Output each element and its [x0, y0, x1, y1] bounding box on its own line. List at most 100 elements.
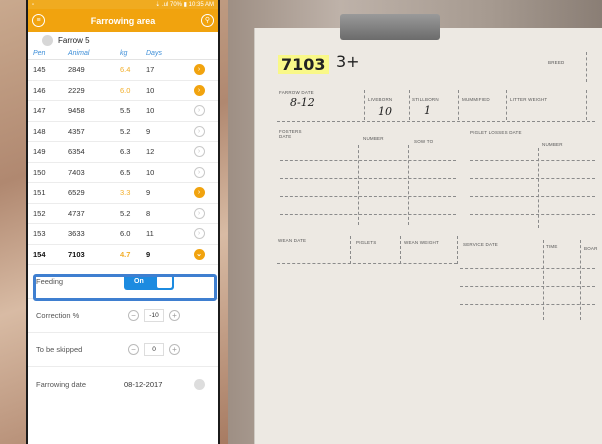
- cell-pen: 151: [33, 188, 46, 198]
- card-rule: [350, 236, 351, 264]
- cell-days: 10: [146, 106, 155, 116]
- cell-animal: 6354: [68, 147, 85, 157]
- table-row[interactable]: 152 4737 5.2 8 ›: [28, 204, 218, 224]
- card-label-number-2: NUMBER: [542, 142, 563, 147]
- correction-value[interactable]: -10: [144, 309, 164, 322]
- correction-label: Correction %: [36, 311, 80, 320]
- card-rule: [580, 240, 581, 320]
- cell-kg: 5.2: [120, 126, 131, 136]
- card-rule: [506, 90, 507, 120]
- cell-animal: 2229: [68, 85, 85, 95]
- chevron-right-circle-icon[interactable]: ›: [193, 207, 205, 219]
- card-label-piglet-losses-date: PIGLET LOSSES DATE: [470, 130, 522, 135]
- feeding-toggle[interactable]: On: [124, 273, 174, 290]
- table-row[interactable]: 146 2229 6.0 10 ›: [28, 81, 218, 101]
- cell-animal: 6529: [68, 188, 85, 198]
- card-rule: [586, 52, 587, 82]
- status-bar-text: ⇣ .ul 70% ▮ 10:35 AM: [155, 2, 214, 8]
- card-rule: [277, 121, 595, 122]
- card-label-sow-to: SOW TO: [414, 139, 434, 144]
- card-label-time: TIME: [546, 244, 558, 249]
- correction-stepper: − -10 +: [128, 309, 180, 322]
- cell-pen: 153: [33, 229, 46, 239]
- table-row-selected[interactable]: 154 7103 4.7 9 ⌄: [28, 245, 218, 265]
- calendar-icon[interactable]: [194, 378, 205, 390]
- correction-setting: Correction % − -10 +: [28, 299, 218, 333]
- table-row[interactable]: 151 6529 3.3 9 ›: [28, 183, 218, 204]
- table-row[interactable]: 148 4357 5.2 9 ›: [28, 122, 218, 142]
- card-rule: [408, 145, 409, 225]
- table-row[interactable]: 150 7403 6.5 10 ›: [28, 163, 218, 183]
- farrow-selector[interactable]: Farrow 5: [28, 32, 218, 48]
- chevron-right-circle-icon[interactable]: ›: [193, 84, 205, 96]
- skipped-stepper: − 0 +: [128, 343, 180, 356]
- card-label-wean-weight: WEAN WEIGHT: [404, 240, 439, 245]
- card-label-fosters-date: FOSTERS DATE: [279, 129, 302, 139]
- cell-kg: 6.4: [120, 65, 131, 75]
- feeding-setting: Feeding On: [28, 265, 218, 299]
- card-rule: [470, 178, 595, 179]
- card-label-liveborn: LIVEBORN: [368, 97, 393, 102]
- chevron-right-circle-icon[interactable]: ›: [193, 187, 205, 199]
- clipboard-clip: [340, 14, 440, 40]
- cell-days: 10: [146, 85, 155, 95]
- card-rule: [364, 90, 365, 120]
- card-label-boar: BOAR: [584, 246, 598, 251]
- table-row[interactable]: 145 2849 6.4 17 ›: [28, 60, 218, 81]
- plus-icon[interactable]: +: [169, 344, 180, 355]
- card-rule: [586, 90, 587, 120]
- minus-icon[interactable]: −: [128, 344, 139, 355]
- cell-pen: 145: [33, 65, 46, 75]
- cell-animal: 2849: [68, 65, 85, 75]
- search-icon[interactable]: ⚲: [201, 14, 214, 27]
- cell-animal: 4357: [68, 126, 85, 136]
- card-label-stillborn: STILLBORN: [412, 97, 439, 102]
- card-rule: [470, 160, 595, 161]
- cell-kg: 5.5: [120, 106, 131, 116]
- card-rule: [470, 214, 595, 215]
- chevron-right-circle-icon[interactable]: ›: [193, 146, 205, 158]
- status-bar-left-icon: ▫: [32, 1, 35, 8]
- card-rule: [277, 263, 457, 264]
- pen-list: 145 2849 6.4 17 › 146 2229 6.0 10 › 147 9458 5.5 10 › 1…: [28, 60, 218, 245]
- cell-days: 8: [146, 208, 151, 218]
- table-row[interactable]: 147 9458 5.5 10 ›: [28, 101, 218, 122]
- chevron-right-circle-icon[interactable]: ›: [193, 228, 205, 240]
- card-rule: [358, 145, 359, 225]
- cell-days: 9: [146, 188, 151, 198]
- card-label-farrow-date: FARROW DATE: [279, 90, 314, 95]
- menu-icon[interactable]: ≡: [32, 14, 45, 27]
- cell-kg: 3.3: [120, 188, 131, 198]
- chevron-right-circle-icon[interactable]: ›: [193, 105, 205, 117]
- farrow-label: Farrow 5: [58, 35, 90, 45]
- farrowing-date-label: Farrowing date: [36, 379, 87, 389]
- skipped-value[interactable]: 0: [144, 343, 164, 356]
- card-rule: [400, 236, 401, 264]
- table-header: Pen Animal kg Days: [28, 48, 218, 60]
- card-rule: [460, 286, 595, 287]
- plus-icon[interactable]: +: [169, 310, 180, 321]
- cell-kg: 4.7: [120, 249, 131, 259]
- chevron-right-circle-icon[interactable]: ›: [193, 64, 205, 76]
- chevron-down-circle-icon[interactable]: ⌄: [193, 248, 205, 260]
- farrowing-date-value[interactable]: 08-12-2017: [124, 380, 194, 389]
- cell-pen: 150: [33, 167, 46, 177]
- chevron-right-circle-icon[interactable]: ›: [193, 125, 205, 137]
- col-pen-header: Pen: [33, 50, 46, 57]
- card-rule: [457, 236, 458, 264]
- chevron-right-circle-icon[interactable]: ›: [193, 166, 205, 178]
- app-title: Farrowing area: [90, 15, 156, 26]
- card-label-number-1: NUMBER: [363, 136, 384, 141]
- cell-days: 12: [146, 147, 155, 157]
- card-rule: [460, 268, 595, 269]
- cell-pen: 152: [33, 208, 46, 218]
- card-rule: [470, 196, 595, 197]
- feeding-toggle-text: On: [134, 278, 144, 285]
- card-label-wean-date: WEAN DATE: [278, 238, 307, 243]
- cell-kg: 6.5: [120, 167, 131, 177]
- table-row[interactable]: 149 6354 6.3 12 ›: [28, 142, 218, 163]
- minus-icon[interactable]: −: [128, 310, 139, 321]
- cell-pen: 148: [33, 126, 46, 136]
- table-row[interactable]: 153 3633 6.0 11 ›: [28, 224, 218, 245]
- cell-days: 11: [146, 229, 154, 239]
